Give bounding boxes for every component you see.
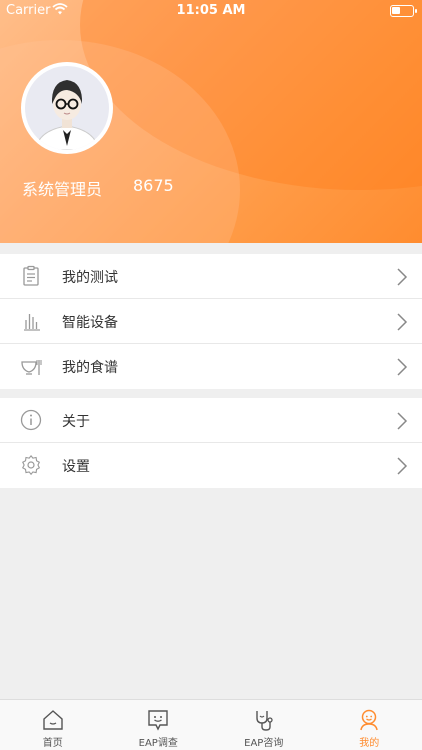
tab-label: EAP调查 [138, 738, 178, 749]
bowl-icon [20, 355, 42, 377]
menu-item-my-tests[interactable]: 我的测试 [0, 254, 422, 299]
menu-item-label: 我的测试 [62, 270, 118, 286]
tab-home[interactable]: 首页 [0, 700, 106, 750]
tab-label: 我的 [359, 738, 380, 749]
gear-icon [20, 454, 42, 476]
menu-item-label: 关于 [62, 414, 90, 430]
bar-chart-icon [20, 310, 42, 332]
menu-item-label: 智能设备 [62, 315, 118, 331]
clipboard-icon [20, 265, 42, 287]
chevron-right-icon [396, 412, 408, 430]
menu-item-label: 设置 [62, 459, 90, 475]
tab-label: 首页 [42, 738, 63, 749]
menu-item-about[interactable]: 关于 [0, 398, 422, 443]
tab-eap-survey[interactable]: EAP调查 [106, 700, 212, 750]
tab-label: EAP咨询 [244, 738, 284, 749]
menu-group-secondary: 关于 设置 [0, 398, 422, 488]
profile-header: Carrier 11:05 AM 系统管理员 8675 [0, 0, 422, 243]
clock: 11:05 AM [176, 3, 246, 18]
survey-icon [146, 708, 170, 732]
chevron-right-icon [396, 358, 408, 376]
tab-mine[interactable]: 我的 [317, 700, 422, 750]
home-icon [41, 708, 65, 732]
info-icon [20, 409, 42, 431]
user-name: 系统管理员 [22, 180, 103, 199]
menu-item-settings[interactable]: 设置 [0, 443, 422, 488]
profile-icon [357, 708, 381, 732]
chevron-right-icon [396, 313, 408, 331]
user-id: 8675 [133, 176, 174, 195]
chevron-right-icon [396, 457, 408, 475]
avatar[interactable] [21, 62, 113, 154]
battery-icon [390, 5, 417, 17]
tab-bar: 首页 EAP调查 EAP咨询 我的 [0, 699, 422, 750]
menu-item-smart-devices[interactable]: 智能设备 [0, 299, 422, 344]
avatar-image [25, 66, 109, 150]
menu-item-my-recipes[interactable]: 我的食谱 [0, 344, 422, 389]
status-bar: Carrier 11:05 AM [0, 0, 422, 22]
menu-item-label: 我的食谱 [62, 360, 118, 376]
tab-eap-consult[interactable]: EAP咨询 [211, 700, 317, 750]
stethoscope-icon [252, 708, 276, 732]
menu-group-primary: 我的测试 智能设备 我的食谱 [0, 254, 422, 389]
chevron-right-icon [396, 268, 408, 286]
